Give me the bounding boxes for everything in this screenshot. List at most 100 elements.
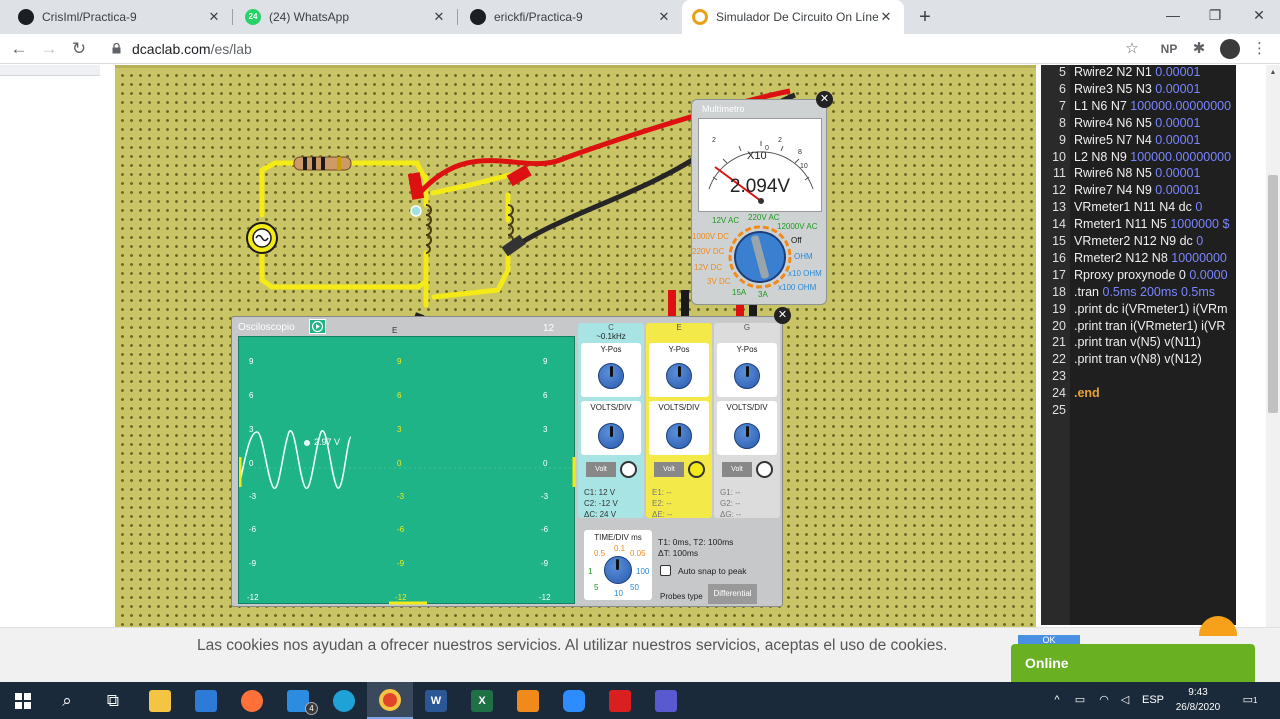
netlist-line[interactable]: 16 Rmeter2 N12 N8 10000000 xyxy=(1041,250,1236,267)
mm-option[interactable]: 220V DC xyxy=(692,247,724,256)
multimeter[interactable]: Multímetro X10 2 0 2 8 10 2.094V 12V AC … xyxy=(691,99,827,305)
netlist-line[interactable]: 22 .print tran v(N8) v(N12) xyxy=(1041,351,1236,368)
address-bar[interactable]: dcaclab.com/es/lab xyxy=(132,38,252,60)
volts-div-knob[interactable] xyxy=(666,423,692,449)
netlist-line[interactable]: 20 .print tran i(VRmeter1) i(VR xyxy=(1041,318,1236,335)
netlist-line[interactable]: 19 .print dc i(VRmeter1) i(VRm xyxy=(1041,301,1236,318)
taskbar-clock[interactable]: 9:43 26/8/2020 xyxy=(1174,685,1222,715)
close-icon[interactable]: ✕ xyxy=(878,9,894,25)
mm-option[interactable]: x10 OHM xyxy=(788,269,822,278)
multimeter-selector-knob[interactable] xyxy=(728,225,792,289)
minimize-button[interactable]: — xyxy=(1150,0,1196,30)
mm-option[interactable]: 12V AC xyxy=(712,216,739,225)
gear-icon[interactable] xyxy=(688,461,705,478)
back-button[interactable]: ← xyxy=(7,37,31,61)
netlist-line[interactable]: 8 Rwire4 N6 N5 0.00001 xyxy=(1041,115,1236,132)
close-icon[interactable]: ✕ xyxy=(656,9,672,25)
netlist-editor[interactable]: 5 Rwire2 N2 N1 0.00001 6 Rwire3 N5 N3 0.000… xyxy=(1041,65,1236,625)
mm-option[interactable]: 220V AC xyxy=(748,213,780,222)
star-icon[interactable]: ☆ xyxy=(1122,38,1142,60)
close-icon[interactable]: ✕ xyxy=(206,9,222,25)
volts-div-knob[interactable] xyxy=(734,423,760,449)
tab-simulador[interactable]: Simulador De Circuito On Línea | ✕ xyxy=(682,0,904,34)
new-tab-button[interactable]: + xyxy=(912,4,938,30)
oscilloscope[interactable]: Osciloscopio 12 E 2.97 V 9 6 3 0 -3 -6 -… xyxy=(231,316,783,607)
mm-option[interactable]: 1000V DC xyxy=(692,232,729,241)
np-extension-icon[interactable]: NP xyxy=(1158,38,1180,60)
mm-option[interactable]: 15A xyxy=(732,288,746,297)
netlist-line[interactable]: 7 L1 N6 N7 100000.00000000 xyxy=(1041,98,1236,115)
ypos-knob[interactable] xyxy=(734,363,760,389)
ypos-knob[interactable] xyxy=(666,363,692,389)
auto-snap-checkbox[interactable] xyxy=(660,565,671,576)
oscilloscope-close-icon[interactable]: ✕ xyxy=(774,307,791,324)
firefox-icon[interactable] xyxy=(229,682,275,719)
netlist-value: 0.00001 xyxy=(1155,115,1201,130)
acrobat-icon[interactable] xyxy=(597,682,643,719)
menu-kebab-icon[interactable]: ⋮ xyxy=(1252,38,1267,60)
notification-icon[interactable]: ▭1 xyxy=(1236,682,1264,719)
maximize-button[interactable]: ❐ xyxy=(1192,0,1238,30)
mm-option[interactable]: Off xyxy=(791,236,802,245)
play-icon[interactable] xyxy=(309,319,326,334)
ypos-knob[interactable] xyxy=(598,363,624,389)
calculator-app-icon[interactable] xyxy=(643,682,689,719)
reload-button[interactable]: ↻ xyxy=(67,37,91,61)
scroll-up-icon[interactable]: ▲ xyxy=(1268,69,1278,79)
edge-icon[interactable] xyxy=(321,682,367,719)
profile-avatar[interactable] xyxy=(1220,39,1240,59)
netlist-line[interactable]: 21 .print tran v(N5) v(N11) xyxy=(1041,334,1236,351)
tab-whatsapp[interactable]: 24 (24) WhatsApp ✕ xyxy=(235,0,457,34)
netlist-line[interactable]: 6 Rwire3 N5 N3 0.00001 xyxy=(1041,81,1236,98)
language-indicator[interactable]: ESP xyxy=(1140,682,1166,719)
extensions-puzzle-icon[interactable]: ✱ xyxy=(1189,38,1209,60)
zoom-icon[interactable] xyxy=(551,682,597,719)
gear-icon[interactable] xyxy=(756,461,773,478)
netlist-line[interactable]: 13 VRmeter1 N11 N4 dc 0 xyxy=(1041,199,1236,216)
probes-type-button[interactable]: Differential xyxy=(708,584,757,604)
tab-crisiml-practica[interactable]: CrisIml/Practica-9 ✕ xyxy=(8,0,232,34)
tab-erickfi-practica[interactable]: erickfi/Practica-9 ✕ xyxy=(460,0,682,34)
multimeter-close-icon[interactable]: ✕ xyxy=(816,91,833,108)
volt-button[interactable]: Volt xyxy=(586,462,616,477)
netlist-line[interactable]: 15 VRmeter2 N12 N9 dc 0 xyxy=(1041,233,1236,250)
close-window-button[interactable]: ✕ xyxy=(1236,0,1280,30)
netlist-line[interactable]: 23 xyxy=(1041,368,1236,385)
task-view-icon[interactable]: ⧉ xyxy=(90,682,136,719)
time-div-knob[interactable] xyxy=(604,556,632,584)
netlist-line[interactable]: 14 Rmeter1 N11 N5 1000000 $ xyxy=(1041,216,1236,233)
netlist-line[interactable]: 18 .tran 0.5ms 200ms 0.5ms xyxy=(1041,284,1236,301)
forward-button[interactable]: → xyxy=(37,37,61,61)
close-icon[interactable]: ✕ xyxy=(431,9,447,25)
windows-start-icon[interactable] xyxy=(0,682,46,719)
search-icon[interactable]: ⌕ xyxy=(44,682,90,719)
netlist-line[interactable]: 10 L2 N8 N9 100000.00000000 xyxy=(1041,149,1236,166)
volt-button[interactable]: Volt xyxy=(654,462,684,477)
netlist-line[interactable]: 25 xyxy=(1041,402,1236,419)
netlist-line[interactable]: 12 Rwire7 N4 N9 0.00001 xyxy=(1041,182,1236,199)
store-icon[interactable] xyxy=(183,682,229,719)
volts-div-knob[interactable] xyxy=(598,423,624,449)
netlist-line[interactable]: 11 Rwire6 N8 N5 0.00001 xyxy=(1041,165,1236,182)
netlist-line[interactable]: 17 Rproxy proxynode 0 0.0000 xyxy=(1041,267,1236,284)
word-icon[interactable]: W xyxy=(413,682,459,719)
oscilloscope-screen[interactable]: 2.97 V 9 6 3 0 -3 -6 -9 -12 9 6 3 0 -3 -… xyxy=(238,336,576,605)
media-player-icon[interactable] xyxy=(505,682,551,719)
volt-button[interactable]: Volt xyxy=(722,462,752,477)
chrome-icon[interactable] xyxy=(367,682,413,719)
page-scrollbar-thumb[interactable] xyxy=(1268,175,1278,413)
wifi-icon[interactable]: ◠ xyxy=(1095,682,1113,719)
file-explorer-icon[interactable] xyxy=(137,682,183,719)
netlist-line[interactable]: 24 .end xyxy=(1041,385,1236,402)
netlist-line[interactable]: 9 Rwire5 N7 N4 0.00001 xyxy=(1041,132,1236,149)
battery-icon[interactable]: ▭ xyxy=(1071,682,1089,719)
volume-icon[interactable]: ◁ xyxy=(1116,682,1134,719)
mm-option[interactable]: 12V DC xyxy=(694,263,722,272)
mm-option[interactable]: OHM xyxy=(794,252,813,261)
gear-icon[interactable] xyxy=(620,461,637,478)
tray-chevron-icon[interactable]: ^ xyxy=(1050,682,1064,719)
online-chat-widget[interactable]: Online xyxy=(1011,644,1255,682)
excel-icon[interactable]: X xyxy=(459,682,505,719)
netlist-line[interactable]: 5 Rwire2 N2 N1 0.00001 xyxy=(1041,65,1236,81)
mm-option[interactable]: 3A xyxy=(758,290,768,299)
